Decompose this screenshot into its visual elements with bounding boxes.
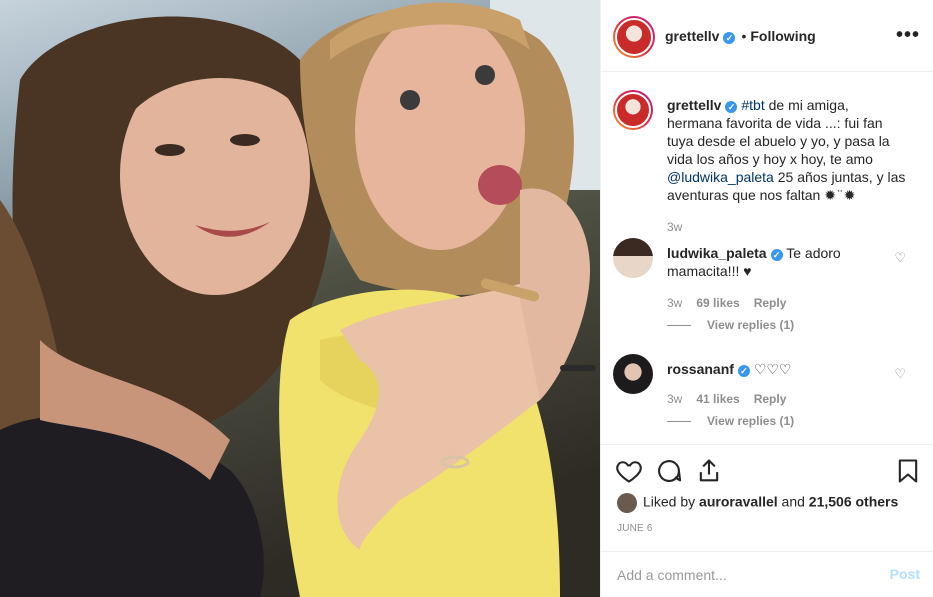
comment-meta: 3w 41 likes Reply [667,392,800,406]
reply-button[interactable]: Reply [754,296,787,310]
add-comment-bar: Post [601,551,933,597]
comment-text: rossananf ✓ ♡♡♡ [667,360,899,378]
caption-avatar[interactable] [613,90,653,130]
post-button[interactable]: Post [890,566,920,582]
verified-icon: ✓ [737,365,750,377]
commenter-username[interactable]: ludwika_paleta [667,245,767,261]
hashtag-link[interactable]: #tbt [741,97,764,113]
separator-dot: • [741,28,747,44]
author-avatar[interactable] [613,16,655,58]
liker-username[interactable]: auroravallel [699,494,778,510]
commenter-username[interactable]: rossananf [667,361,734,377]
liker-avatar[interactable] [617,493,637,513]
post-date[interactable]: JUNE 6 [617,523,653,534]
commenter-avatar[interactable] [613,354,653,394]
reply-button[interactable]: Reply [754,392,787,406]
caption-text: grettellv ✓ #tbt de mi amiga, hermana fav… [667,96,907,204]
comment-like-icon[interactable]: ♡ [894,366,906,382]
verified-icon: ✓ [770,249,783,261]
comment-likes[interactable]: 69 likes [696,296,739,310]
mention-link[interactable]: @ludwika_paleta [667,169,774,185]
comment-text: ludwika_paleta ✓ Te adoro mamacita!!! ♥ [667,244,899,280]
photo-illustration [0,0,600,597]
comment-icon[interactable] [655,457,683,485]
comment-body: ♡♡♡ [753,361,792,377]
commenter-avatar[interactable] [613,238,653,278]
comment-input[interactable] [617,564,867,586]
author-username[interactable]: grettellv [665,28,719,44]
view-replies-button[interactable]: View replies (1) [667,318,794,332]
post-header: grettellv ✓ • Following ••• [601,0,933,72]
likes-mid: and [777,493,809,510]
more-icon[interactable]: ••• [896,24,920,47]
heart-icon[interactable] [615,457,643,485]
post-sidebar: grettellv ✓ • Following ••• grettellv ✓ #tbt… [600,0,933,597]
likes-count[interactable]: 21,506 others [809,494,899,510]
verified-icon: ✓ [723,32,736,44]
following-button[interactable]: Following [750,28,815,44]
likes-summary: Liked by auroravallel and 21,506 others [617,493,898,513]
comments-list[interactable]: grettellv ✓ #tbt de mi amiga, hermana fav… [601,72,933,444]
caption-username[interactable]: grettellv [667,97,721,113]
post-actions: Liked by auroravallel and 21,506 others … [601,444,933,594]
comment-like-icon[interactable]: ♡ [894,250,906,266]
post-photo[interactable] [0,0,600,597]
comment-meta: 3w 69 likes Reply [667,296,800,310]
comment-time[interactable]: 3w [667,296,682,310]
likes-prefix: Liked by [643,493,700,510]
replies-line [667,325,691,327]
verified-icon: ✓ [725,101,738,113]
replies-line [667,421,691,423]
comment-likes[interactable]: 41 likes [696,392,739,406]
caption-time[interactable]: 3w [667,220,696,234]
comment-time[interactable]: 3w [667,392,682,406]
bookmark-icon[interactable] [894,457,922,485]
share-icon[interactable] [695,457,723,485]
view-replies-button[interactable]: View replies (1) [667,414,794,428]
